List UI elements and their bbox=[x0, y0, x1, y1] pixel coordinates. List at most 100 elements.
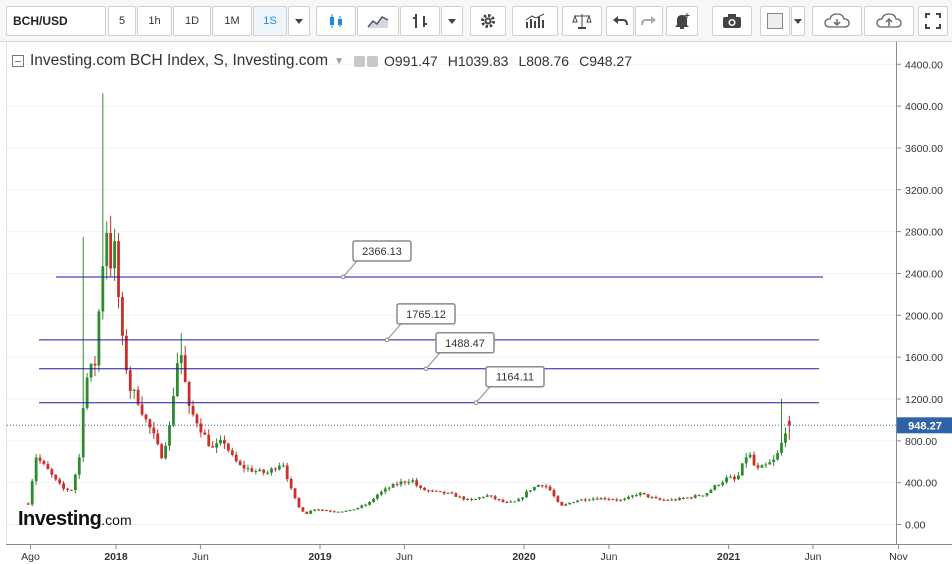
candle-body bbox=[379, 491, 383, 495]
candle-body bbox=[258, 469, 262, 472]
time-axis[interactable]: Ago 2018 Jun 2019 Jun 2020 Jun 2021 Jun Nov bbox=[6, 544, 952, 564]
price-axis[interactable]: 0.00 400.00 800.00 1200.00 1600.00 2000.00 240… bbox=[896, 42, 952, 544]
candle-body bbox=[532, 486, 536, 491]
candle-body bbox=[474, 498, 477, 500]
candle-body bbox=[517, 499, 521, 502]
y-tick-label: 4400.00 bbox=[905, 59, 943, 71]
candle-body bbox=[638, 492, 642, 496]
cloud-download-icon bbox=[824, 13, 850, 28]
candle-body bbox=[529, 490, 532, 492]
candle-body bbox=[423, 487, 426, 491]
candle-body bbox=[325, 510, 328, 512]
interval-1s-button[interactable]: 1S bbox=[253, 6, 287, 36]
candle-body bbox=[203, 432, 207, 435]
candle-body bbox=[509, 501, 513, 503]
candle-body bbox=[705, 493, 709, 496]
legend-menu-icon[interactable]: ▼ bbox=[334, 56, 344, 67]
eye-icon[interactable] bbox=[353, 55, 365, 67]
candle-body bbox=[784, 433, 787, 443]
price-plot[interactable]: 2366.13 1765.12 1488.47 1164.11 bbox=[7, 42, 897, 544]
redo-icon bbox=[641, 16, 656, 26]
candles-chart-button[interactable] bbox=[316, 6, 356, 36]
candle-body bbox=[58, 479, 62, 484]
candle-body bbox=[175, 363, 179, 397]
candle-body bbox=[748, 454, 752, 458]
candle-body bbox=[285, 465, 289, 479]
candle-body bbox=[642, 492, 646, 495]
candle-body bbox=[580, 499, 583, 501]
chart-area[interactable]: 2366.13 1765.12 1488.47 1164.11 bbox=[6, 42, 897, 544]
candle-body bbox=[168, 424, 171, 446]
candle-body bbox=[682, 497, 685, 499]
candle-body bbox=[430, 490, 434, 492]
candle-body bbox=[152, 427, 156, 434]
candle-body bbox=[207, 434, 211, 447]
candle-body bbox=[360, 505, 364, 508]
candle-body bbox=[552, 490, 556, 497]
save-chart-button[interactable] bbox=[864, 6, 914, 36]
interval-1m-button[interactable]: 1M bbox=[212, 6, 252, 36]
x-tick-label: 2019 bbox=[308, 551, 332, 563]
compare-button[interactable] bbox=[562, 6, 602, 36]
candle-body bbox=[525, 491, 528, 498]
x-tick-label: Jun bbox=[396, 551, 413, 563]
gear-icon[interactable] bbox=[366, 55, 378, 67]
snapshot-button[interactable] bbox=[712, 6, 752, 36]
bar-chart-icon bbox=[413, 14, 427, 28]
interval-1h-button[interactable]: 1h bbox=[137, 6, 172, 36]
level-label: 1765.12 bbox=[406, 309, 446, 321]
candle-body bbox=[238, 461, 242, 465]
candle-body bbox=[309, 510, 313, 514]
theme-dropdown-button[interactable] bbox=[791, 6, 805, 36]
candle-body bbox=[246, 468, 250, 470]
undo-button[interactable] bbox=[606, 6, 634, 36]
level-callout-pointer bbox=[475, 386, 498, 404]
candle-body bbox=[419, 485, 422, 488]
candle-body bbox=[489, 495, 493, 497]
candle-body bbox=[403, 481, 407, 483]
chevron-down-icon bbox=[448, 18, 456, 24]
alert-button[interactable] bbox=[666, 6, 698, 36]
candle-body bbox=[729, 476, 732, 478]
candle-body bbox=[717, 484, 721, 486]
candle-body bbox=[634, 495, 638, 497]
interval-1d-button[interactable]: 1D bbox=[173, 6, 211, 36]
collapse-legend-icon[interactable] bbox=[12, 55, 24, 67]
price-axis-scale: 0.00 400.00 800.00 1200.00 1600.00 2000.00 240… bbox=[897, 59, 952, 532]
candle-body bbox=[595, 498, 599, 500]
candle-body bbox=[442, 491, 446, 494]
candle-body bbox=[109, 232, 113, 269]
candle-body bbox=[623, 498, 626, 500]
theme-color-button[interactable] bbox=[760, 6, 790, 36]
symbol-input[interactable] bbox=[6, 6, 106, 36]
load-chart-button[interactable] bbox=[812, 6, 862, 36]
settings-button[interactable] bbox=[470, 6, 506, 36]
gear-icon bbox=[481, 14, 495, 28]
interval-dropdown-button[interactable] bbox=[288, 6, 310, 36]
candle-body bbox=[348, 509, 352, 511]
redo-button[interactable] bbox=[635, 6, 663, 36]
candle-body bbox=[560, 501, 564, 506]
fullscreen-button[interactable] bbox=[918, 6, 948, 36]
indicators-icon bbox=[525, 13, 545, 28]
candle-body bbox=[521, 497, 524, 500]
candle-body bbox=[709, 489, 713, 494]
bars-chart-button[interactable] bbox=[400, 6, 440, 36]
candle-body bbox=[250, 468, 254, 472]
indicators-button[interactable] bbox=[512, 6, 558, 36]
candle-body bbox=[199, 423, 203, 433]
area-chart-button[interactable] bbox=[357, 6, 399, 36]
fullscreen-icon bbox=[925, 13, 941, 29]
candle-body bbox=[281, 465, 285, 467]
candle-body bbox=[46, 463, 50, 470]
y-tick-label: 1600.00 bbox=[905, 352, 943, 364]
candle-body bbox=[140, 404, 144, 415]
y-tick-label: 400.00 bbox=[905, 478, 937, 490]
candle-body bbox=[481, 496, 485, 498]
candle-body bbox=[654, 497, 658, 499]
interval-5-button[interactable]: 5 bbox=[108, 6, 136, 36]
candle-body bbox=[383, 488, 387, 492]
candle-body bbox=[172, 396, 175, 425]
legend-high: H1039.83 bbox=[447, 53, 509, 69]
chart-type-dropdown-button[interactable] bbox=[441, 6, 463, 36]
